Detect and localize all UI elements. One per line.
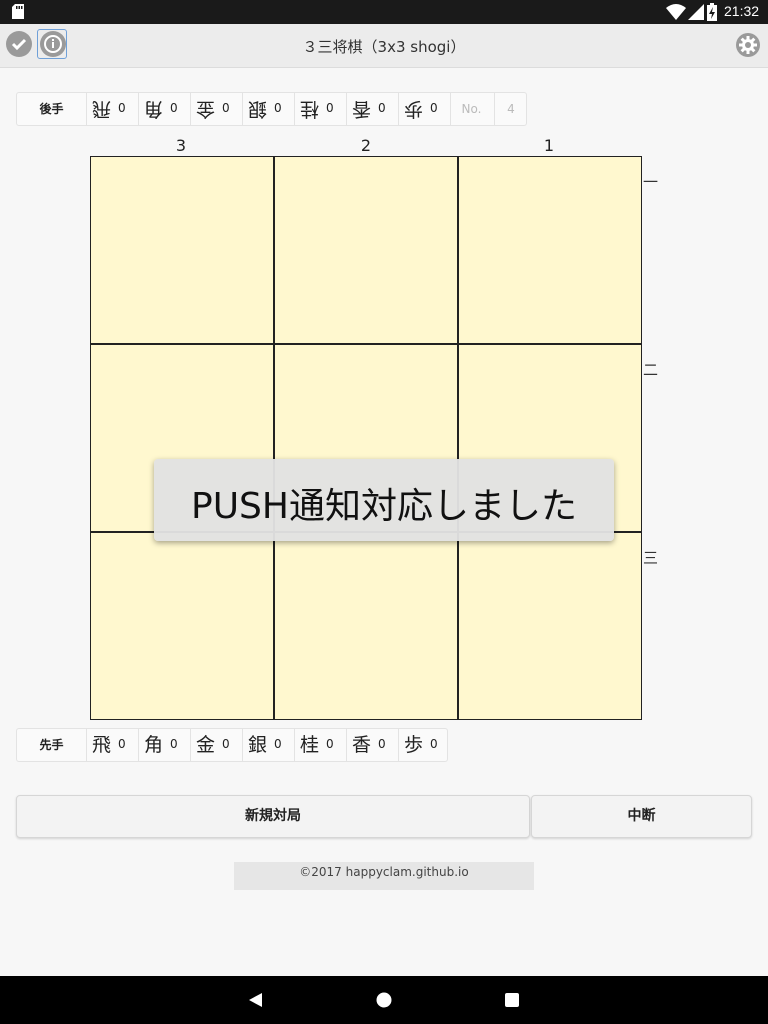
board-grid-line — [91, 343, 641, 345]
gote-label: 後手 — [17, 93, 87, 125]
sente-label: 先手 — [17, 729, 87, 761]
board-grid-line — [273, 157, 275, 719]
board-cell-1-3[interactable] — [459, 533, 641, 719]
piece-char: 香 — [352, 734, 372, 756]
home-icon[interactable] — [376, 992, 392, 1008]
sente-hand-gold[interactable]: 金 0 — [191, 729, 243, 761]
piece-char: 桂 — [300, 98, 320, 120]
gote-hand-pawn[interactable]: 歩 0 — [399, 93, 451, 125]
sente-hand-pawn[interactable]: 歩 0 — [399, 729, 451, 761]
rank-label-2: 二 — [643, 361, 659, 379]
piece-char: 香 — [352, 98, 372, 120]
file-label-3: 3 — [175, 136, 187, 155]
piece-count: 0 — [326, 737, 334, 751]
rank-label-3: 三 — [643, 549, 659, 567]
sente-hand-silver[interactable]: 銀 0 — [243, 729, 295, 761]
sente-hand-lance[interactable]: 香 0 — [347, 729, 399, 761]
piece-count: 0 — [118, 101, 126, 115]
rank-label-1: 一 — [643, 173, 659, 191]
piece-char: 桂 — [300, 734, 320, 756]
piece-count: 0 — [222, 101, 230, 115]
sente-hand-rook[interactable]: 飛 0 — [87, 729, 139, 761]
footer-copyright: ©2017 happyclam.github.io — [234, 862, 534, 890]
piece-count: 0 — [378, 101, 386, 115]
board-grid-line — [457, 157, 459, 719]
piece-count: 0 — [326, 101, 334, 115]
board-cell-1-1[interactable] — [459, 157, 641, 344]
board-cell-3-3[interactable] — [91, 533, 274, 719]
piece-char: 歩 — [404, 734, 424, 756]
shogi-board — [90, 156, 642, 720]
piece-count: 0 — [430, 737, 438, 751]
piece-count: 0 — [170, 737, 178, 751]
signal-icon — [688, 4, 704, 20]
gote-hand-gold[interactable]: 金 0 — [191, 93, 243, 125]
piece-char: 金 — [196, 98, 216, 120]
pause-button[interactable]: 中断 — [531, 795, 752, 838]
sente-hand: 先手 飛 0 角 0 金 0 銀 0 桂 0 香 0 歩 0 — [16, 728, 448, 762]
piece-char: 角 — [144, 98, 164, 120]
piece-char: 角 — [144, 734, 164, 756]
sente-hand-bishop[interactable]: 角 0 — [139, 729, 191, 761]
toast-notification: PUSH通知対応しました — [154, 459, 614, 541]
piece-count: 0 — [118, 737, 126, 751]
gote-hand-bishop[interactable]: 角 0 — [139, 93, 191, 125]
piece-char: 銀 — [248, 734, 268, 756]
clock: 21:32 — [724, 3, 760, 19]
board-cell-2-1[interactable] — [275, 157, 457, 344]
move-number: 4 — [507, 102, 515, 116]
sente-hand-knight[interactable]: 桂 0 — [295, 729, 347, 761]
board-cell-2-3[interactable] — [275, 533, 457, 719]
toast-message: PUSH通知対応しました — [191, 486, 577, 527]
piece-count: 0 — [170, 101, 178, 115]
status-bar: 21:32 — [0, 0, 768, 24]
wifi-icon — [666, 4, 686, 20]
piece-char: 飛 — [92, 98, 112, 120]
file-label-2: 2 — [360, 136, 372, 155]
file-label-1: 1 — [543, 136, 555, 155]
battery-charging-icon — [707, 3, 717, 21]
piece-char: 金 — [196, 734, 216, 756]
settings-gear-icon[interactable] — [735, 32, 761, 58]
piece-char: 飛 — [92, 734, 112, 756]
piece-count: 0 — [222, 737, 230, 751]
piece-count: 0 — [274, 737, 282, 751]
board-cell-3-1[interactable] — [91, 157, 274, 344]
piece-count: 0 — [274, 101, 282, 115]
piece-count: 0 — [378, 737, 386, 751]
navigation-bar — [0, 976, 768, 1024]
piece-char: 銀 — [248, 98, 268, 120]
app-title: ３三将棋（3x3 shogi） — [302, 38, 466, 56]
app-bar: ３三将棋（3x3 shogi） — [0, 24, 768, 68]
gote-hand-rook[interactable]: 飛 0 — [87, 93, 139, 125]
move-number-label: No. — [449, 93, 495, 125]
piece-count: 0 — [430, 101, 438, 115]
back-icon[interactable] — [247, 992, 263, 1008]
new-game-button[interactable]: 新規対局 — [16, 795, 530, 838]
piece-char: 歩 — [404, 98, 424, 120]
gote-hand-lance[interactable]: 香 0 — [347, 93, 399, 125]
gote-hand-knight[interactable]: 桂 0 — [295, 93, 347, 125]
recents-icon[interactable] — [504, 992, 520, 1008]
gote-hand-silver[interactable]: 銀 0 — [243, 93, 295, 125]
sd-card-icon — [12, 4, 24, 19]
gote-hand: 後手 飛 0 角 0 金 0 銀 0 桂 0 香 0 歩 0 No. 4 — [16, 92, 527, 126]
